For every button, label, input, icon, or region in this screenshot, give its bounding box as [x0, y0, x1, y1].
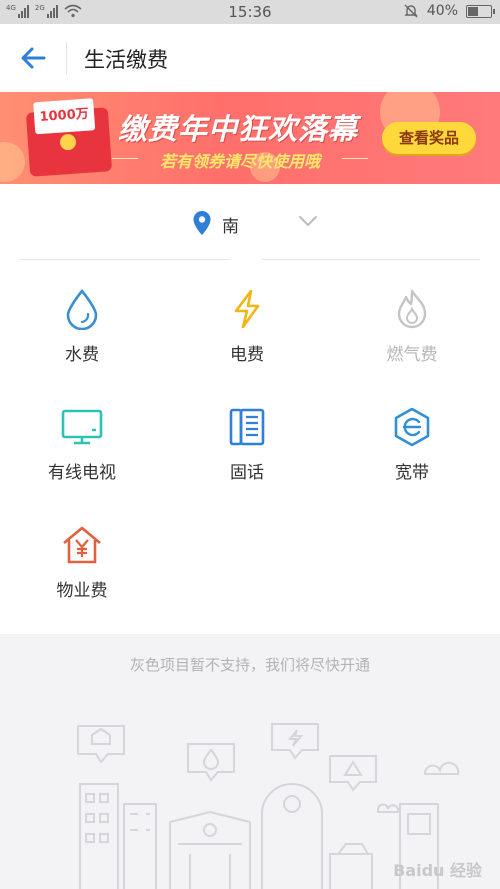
view-prizes-button[interactable]: 查看奖品 [382, 122, 476, 154]
service-label: 电费 [230, 345, 264, 365]
service-label: 物业费 [56, 581, 108, 601]
banner-headline: 缴费年中狂欢落幕 [118, 112, 359, 146]
location-divider-right [262, 259, 480, 260]
telephone-icon [229, 408, 265, 446]
house-yen-icon [63, 526, 101, 564]
service-broadband[interactable]: 宽带 [352, 406, 472, 496]
status-right: 40% [403, 3, 495, 19]
mute-bell-icon [404, 4, 418, 18]
footer-area: 灰色项目暂不支持，我们将尽快开通 Baidu 经验 [0, 634, 500, 889]
chevron-down-icon[interactable] [298, 214, 318, 228]
service-landline[interactable]: 固话 [187, 406, 307, 496]
battery-fill [468, 6, 478, 16]
service-cable-tv[interactable]: 有线电视 [22, 406, 142, 496]
broadband-icon [394, 407, 430, 447]
service-gas[interactable]: 燃气费 [352, 288, 472, 378]
status-bar: 4G 2G 15:36 40% [0, 0, 500, 24]
banner-subline: 若有领券请尽快使用哦 [110, 148, 370, 172]
service-label: 有线电视 [48, 463, 116, 483]
page-title: 生活缴费 [84, 48, 168, 72]
service-label: 水费 [65, 345, 99, 365]
baidu-watermark: Baidu 经验 [393, 861, 482, 880]
unsupported-notice: 灰色项目暂不支持，我们将尽快开通 [129, 656, 370, 674]
service-label: 固话 [230, 463, 264, 483]
city-name: 南 [222, 212, 250, 237]
service-electric[interactable]: 电费 [187, 288, 307, 378]
tv-icon [61, 409, 103, 445]
red-envelope-image: 1000万 [25, 98, 113, 177]
coin-icon [59, 133, 77, 151]
water-drop-icon [66, 288, 98, 330]
service-water[interactable]: 水费 [22, 288, 142, 378]
header-divider [66, 42, 67, 74]
battery-percent: 40% [426, 3, 458, 19]
lightning-icon [234, 289, 260, 329]
location-selector[interactable]: 南 [0, 198, 500, 248]
service-label: 燃气费 [386, 345, 438, 365]
battery-icon [466, 4, 495, 18]
back-arrow-icon[interactable] [18, 44, 50, 72]
service-property[interactable]: 物业费 [22, 524, 142, 614]
map-pin-icon [193, 211, 211, 235]
envelope-amount: 1000万 [33, 98, 96, 135]
flame-icon [397, 289, 427, 329]
service-label: 宽带 [395, 463, 429, 483]
location-divider-left [20, 259, 230, 260]
app-header: 生活缴费 [0, 24, 500, 92]
